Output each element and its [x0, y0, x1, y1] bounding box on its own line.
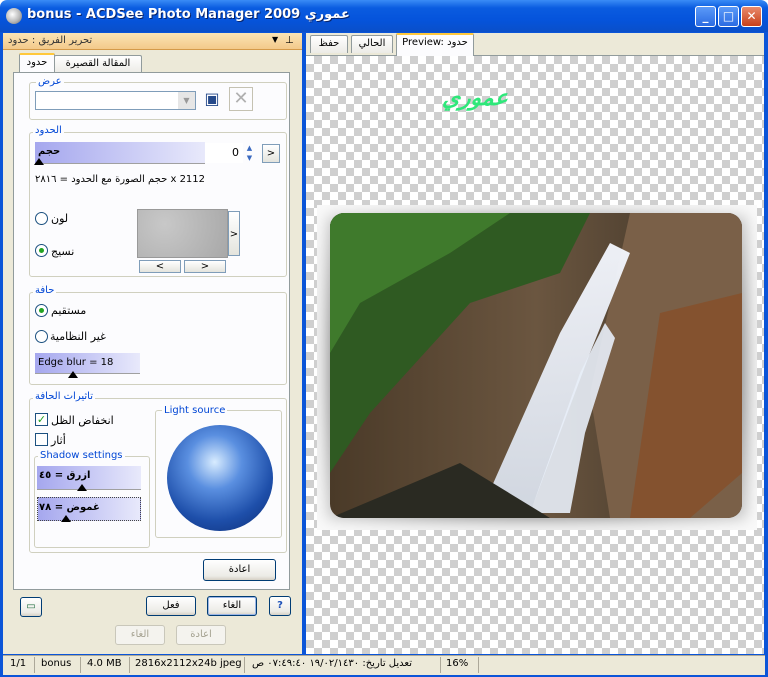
depth-label: غموض = ٧٨: [39, 502, 100, 513]
edge-blur-label: Edge blur = 18: [38, 357, 114, 368]
drop-shadow-label: انخفاض الظل: [51, 414, 114, 427]
tab-borders[interactable]: حدود: [19, 53, 55, 73]
drop-shadow-checkbox[interactable]: ✓: [35, 413, 48, 426]
borders-group-title: الحدود: [33, 125, 64, 136]
size-label: حجم: [38, 146, 61, 157]
pin-icon[interactable]: ⊥: [285, 35, 294, 46]
straight-label: مستقيم: [51, 304, 87, 317]
status-separator: [478, 657, 479, 673]
tab-save[interactable]: حفظ: [310, 35, 348, 53]
tab-current[interactable]: الحالي: [351, 35, 393, 53]
color-radio[interactable]: [35, 212, 48, 225]
irregular-label: غير النظامية: [50, 330, 106, 343]
texture-more-button[interactable]: >: [228, 211, 240, 256]
help-button[interactable]: ?: [269, 596, 291, 616]
save-preset-icon[interactable]: ▣: [202, 89, 222, 110]
delete-preset-icon[interactable]: ✕: [229, 87, 253, 111]
maximize-button[interactable]: □: [718, 6, 739, 27]
light-source-sphere[interactable]: [167, 425, 273, 531]
status-filesize: 4.0 MB: [87, 658, 122, 669]
minimize-button[interactable]: _: [695, 6, 716, 27]
view-group-title: عرض: [36, 76, 64, 87]
size-expand-button[interactable]: >: [262, 144, 280, 163]
edge-group-title: حافة: [33, 285, 57, 296]
size-spinner[interactable]: ▲ ▼: [244, 143, 255, 163]
status-separator: [129, 657, 130, 673]
edge-blur-thumb[interactable]: [68, 371, 78, 378]
status-separator: [244, 657, 245, 673]
blue-label: ازرق = ٤٥: [39, 470, 91, 481]
app-icon: [6, 8, 22, 24]
size-note: 2112 x حجم الصورة مع الحدود = ٢٨١٦: [35, 174, 206, 185]
shadow-settings-title: Shadow settings: [38, 450, 125, 461]
status-separator: [440, 657, 441, 673]
edit-pane-title: تحرير الفريق : حدود: [8, 35, 93, 46]
texture-label: نسيج: [51, 245, 75, 258]
straight-radio[interactable]: [35, 304, 48, 317]
effects-group-title: تاثيرات الحافة: [33, 391, 95, 402]
status-separator: [80, 657, 81, 673]
depth-slider-thumb[interactable]: [61, 515, 71, 522]
preset-combo[interactable]: [35, 91, 196, 110]
texture-radio[interactable]: [35, 244, 48, 257]
window-title: bonus - ACDSee Photo Manager 2009 عموري: [27, 7, 350, 22]
redo-button: اعادة: [176, 625, 226, 645]
status-dimensions: 2816x2112x24b jpeg: [135, 658, 242, 669]
bevel-checkbox[interactable]: [35, 433, 48, 446]
status-separator: [34, 657, 35, 673]
undo-button: الغاء: [115, 625, 165, 645]
chevron-down-icon[interactable]: ▼: [178, 92, 195, 109]
status-page: 1/1: [10, 658, 27, 669]
reset-button[interactable]: اعادة: [203, 559, 276, 581]
options-icon[interactable]: ▭: [20, 597, 42, 617]
texture-next-button[interactable]: >: [184, 260, 226, 273]
irregular-radio[interactable]: [35, 330, 48, 343]
texture-swatch[interactable]: [137, 209, 228, 258]
blue-slider-thumb[interactable]: [77, 484, 87, 491]
tab-vignette[interactable]: المقالة القصيرة: [54, 55, 142, 73]
watermark-text: عموري: [440, 86, 511, 111]
size-slider[interactable]: [35, 142, 205, 164]
status-zoom: 16%: [446, 658, 469, 669]
color-label: لون: [51, 212, 69, 225]
status-filename: bonus: [41, 658, 72, 669]
pane-menu-icon[interactable]: ▼: [272, 35, 278, 44]
light-source-title: Light source: [162, 405, 228, 416]
status-modified: تعديل تاريخ: ١٩/٠٢/١٤٣٠ ٠٧:٤٩:٤٠ ص: [252, 658, 412, 669]
bevel-label: أثار: [51, 434, 66, 447]
size-slider-thumb[interactable]: [34, 158, 44, 165]
waterfall-photo: [330, 213, 742, 518]
texture-prev-button[interactable]: <: [139, 260, 181, 273]
size-value-field[interactable]: 0: [205, 143, 243, 163]
done-button[interactable]: فعل: [146, 596, 196, 616]
cancel-button[interactable]: الغاء: [207, 596, 257, 616]
close-button[interactable]: ✕: [741, 6, 762, 27]
tab-preview[interactable]: Preview: حدود: [396, 33, 474, 56]
